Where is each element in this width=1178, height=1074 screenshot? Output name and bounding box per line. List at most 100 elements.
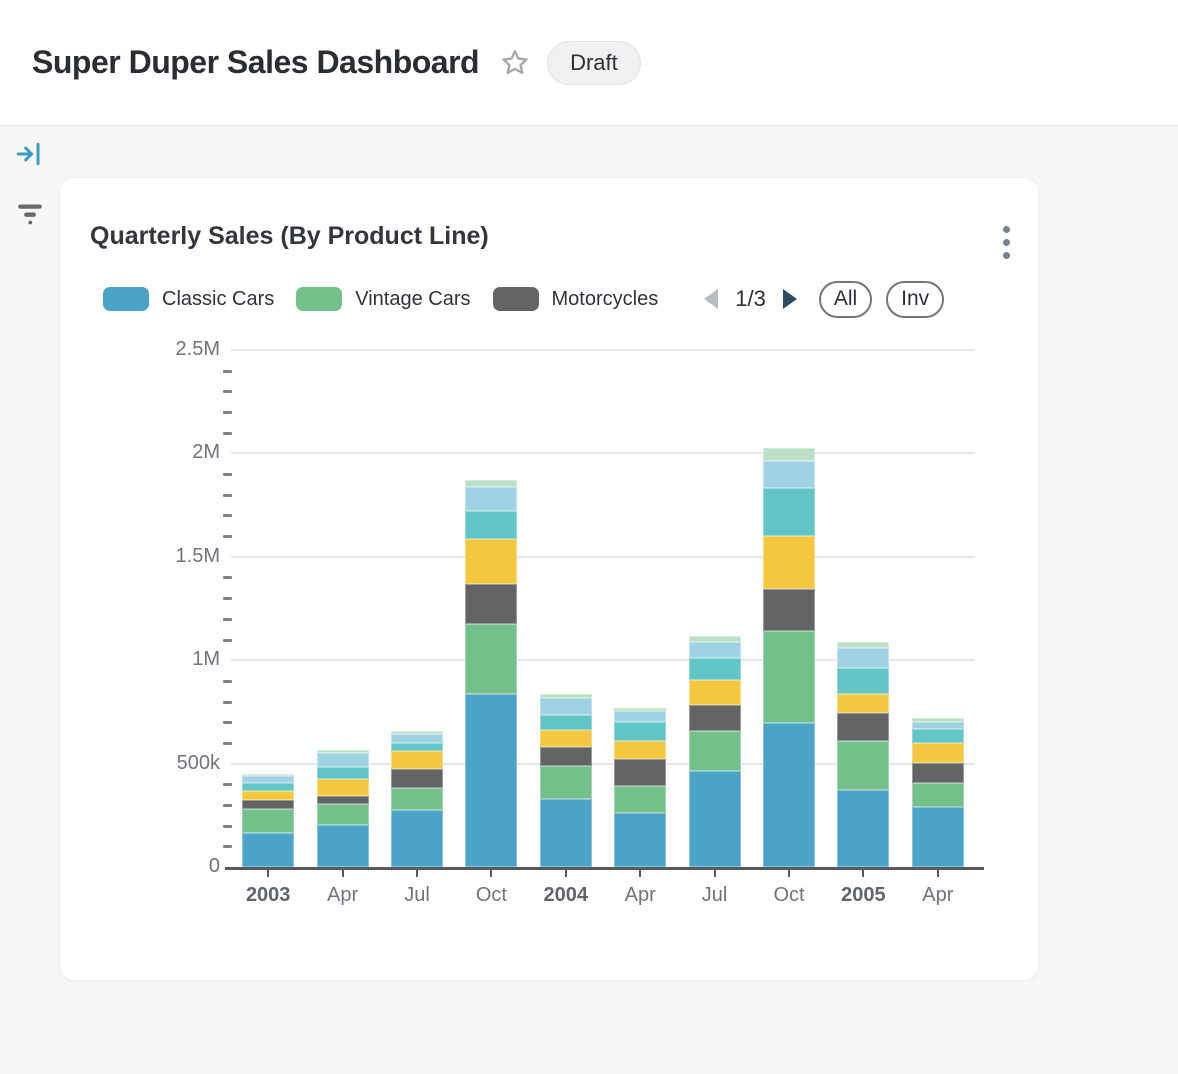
bar-segment[interactable] xyxy=(391,810,443,867)
bar-segment[interactable] xyxy=(317,779,369,796)
stacked-bar[interactable] xyxy=(837,642,889,867)
bar-segment[interactable] xyxy=(689,680,741,705)
bar-segment[interactable] xyxy=(317,796,369,804)
bar-segment[interactable] xyxy=(540,747,592,766)
bar-segment[interactable] xyxy=(837,741,889,790)
bar-segment[interactable] xyxy=(391,734,443,743)
bar-segment[interactable] xyxy=(465,584,517,624)
x-axis-tick xyxy=(342,870,344,877)
stacked-bar[interactable] xyxy=(391,731,443,867)
bar-segment[interactable] xyxy=(763,589,815,631)
bar-segment[interactable] xyxy=(763,723,815,867)
bar-segment[interactable] xyxy=(242,833,294,867)
bar-segment[interactable] xyxy=(465,480,517,487)
bar-segment[interactable] xyxy=(317,767,369,779)
bar-segment[interactable] xyxy=(242,776,294,783)
collapse-panel-icon xyxy=(15,139,45,169)
bar-segment[interactable] xyxy=(614,759,666,786)
bar-segment[interactable] xyxy=(465,511,517,539)
y-axis-minor-tick xyxy=(223,432,232,435)
gridline xyxy=(231,452,975,454)
bar-segment[interactable] xyxy=(614,722,666,741)
bar-segment[interactable] xyxy=(391,743,443,751)
favorite-star-icon[interactable] xyxy=(499,47,531,79)
y-axis-label: 1M xyxy=(60,648,220,671)
stacked-bar[interactable] xyxy=(614,708,666,867)
bar-segment[interactable] xyxy=(391,769,443,788)
y-axis-minor-tick xyxy=(223,639,232,642)
gridline xyxy=(231,556,975,558)
bar-segment[interactable] xyxy=(465,624,517,694)
bar-segment[interactable] xyxy=(614,786,666,813)
stacked-bar[interactable] xyxy=(242,774,294,867)
bar-segment[interactable] xyxy=(912,783,964,807)
y-axis-minor-tick xyxy=(223,742,232,745)
bar-segment[interactable] xyxy=(317,825,369,867)
chart: 2.5M2M1.5M1M500k02003AprJulOct2004AprJul… xyxy=(60,178,1038,980)
bar-segment[interactable] xyxy=(689,658,741,680)
bar-segment[interactable] xyxy=(540,698,592,715)
page-title: Super Duper Sales Dashboard xyxy=(32,44,479,81)
chart-card: Quarterly Sales (By Product Line) Classi… xyxy=(60,178,1038,980)
bar-segment[interactable] xyxy=(317,753,369,767)
status-badge: Draft xyxy=(547,41,641,85)
x-axis-tick xyxy=(639,870,641,877)
bar-segment[interactable] xyxy=(689,642,741,658)
filter-button[interactable] xyxy=(14,196,46,228)
bar-segment[interactable] xyxy=(465,694,517,867)
y-axis-label: 1.5M xyxy=(60,545,220,568)
bar-segment[interactable] xyxy=(242,800,294,809)
y-axis-minor-tick xyxy=(223,804,232,807)
bar-segment[interactable] xyxy=(689,771,741,867)
bar-segment[interactable] xyxy=(912,763,964,783)
stacked-bar[interactable] xyxy=(912,718,964,867)
bar-segment[interactable] xyxy=(763,461,815,488)
stacked-bar[interactable] xyxy=(689,636,741,867)
collapse-panel-button[interactable] xyxy=(14,138,46,170)
bar-segment[interactable] xyxy=(614,711,666,722)
bar-segment[interactable] xyxy=(912,743,964,763)
bar-segment[interactable] xyxy=(391,788,443,810)
bar-segment[interactable] xyxy=(837,790,889,867)
y-axis-minor-tick xyxy=(223,535,232,538)
bar-segment[interactable] xyxy=(614,813,666,867)
bar-segment[interactable] xyxy=(763,536,815,589)
bar-segment[interactable] xyxy=(837,713,889,741)
bar-segment[interactable] xyxy=(391,751,443,769)
x-axis-label: Apr xyxy=(890,884,986,907)
bar-segment[interactable] xyxy=(763,448,815,461)
bar-segment[interactable] xyxy=(912,722,964,729)
bar-segment[interactable] xyxy=(912,729,964,743)
y-axis-minor-tick xyxy=(223,597,232,600)
stacked-bar[interactable] xyxy=(763,448,815,867)
y-axis-minor-tick xyxy=(223,473,232,476)
bar-segment[interactable] xyxy=(242,791,294,800)
bar-segment[interactable] xyxy=(540,766,592,799)
bar-segment[interactable] xyxy=(465,487,517,511)
bar-segment[interactable] xyxy=(837,648,889,668)
stacked-bar[interactable] xyxy=(465,480,517,867)
y-axis-minor-tick xyxy=(223,783,232,786)
y-axis-minor-tick xyxy=(223,411,232,414)
stacked-bar[interactable] xyxy=(540,694,592,867)
bar-segment[interactable] xyxy=(912,807,964,867)
bar-segment[interactable] xyxy=(540,799,592,867)
bar-segment[interactable] xyxy=(242,783,294,791)
bar-segment[interactable] xyxy=(837,694,889,713)
stacked-bar[interactable] xyxy=(317,750,369,867)
y-axis-minor-tick xyxy=(223,514,232,517)
bar-segment[interactable] xyxy=(242,809,294,833)
bar-segment[interactable] xyxy=(465,539,517,584)
bar-segment[interactable] xyxy=(317,804,369,825)
y-axis-label: 2.5M xyxy=(60,338,220,361)
bar-segment[interactable] xyxy=(689,705,741,731)
bar-segment[interactable] xyxy=(763,488,815,536)
page-header: Super Duper Sales Dashboard Draft xyxy=(0,0,1178,126)
x-axis-line xyxy=(225,867,984,870)
bar-segment[interactable] xyxy=(689,731,741,771)
bar-segment[interactable] xyxy=(540,730,592,747)
bar-segment[interactable] xyxy=(837,668,889,694)
bar-segment[interactable] xyxy=(614,741,666,759)
bar-segment[interactable] xyxy=(763,631,815,723)
bar-segment[interactable] xyxy=(540,715,592,730)
